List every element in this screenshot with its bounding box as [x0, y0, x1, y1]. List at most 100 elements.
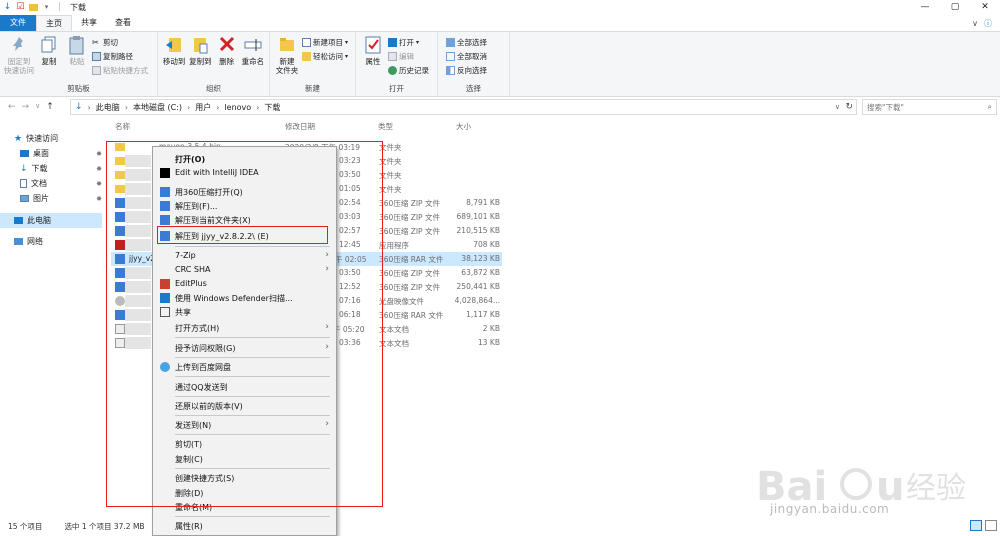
breadcrumb-item[interactable]: 此电脑 — [96, 102, 120, 113]
history-button[interactable]: 历史记录 — [388, 65, 429, 76]
chevron-down-icon[interactable]: ∨ — [35, 102, 40, 112]
forward-arrow-icon[interactable]: → — [22, 102, 30, 112]
copy-to-label: 复制到 — [189, 57, 212, 66]
chevron-down-icon: ▾ — [345, 39, 349, 46]
open-button[interactable]: 打开 ▾ — [388, 37, 429, 48]
breadcrumb-item[interactable]: 下载 — [264, 102, 280, 113]
file-size: 250,441 KB — [456, 282, 500, 291]
details-view-icon[interactable] — [970, 520, 982, 531]
chevron-down-icon[interactable]: ▾ — [42, 3, 51, 12]
nav-desktop[interactable]: 桌面 ✸ — [20, 146, 110, 161]
clipboard-group: 固定到 快速访问 复制 粘贴 ✂ 剪切 复制路径 粘贴快捷方式 剪贴板 — [0, 32, 158, 96]
download-arrow-icon: ↓ — [20, 163, 28, 174]
chevron-down-icon[interactable]: ∨ — [835, 103, 840, 111]
breadcrumb-item[interactable]: 本地磁盘 (C:) — [133, 102, 182, 113]
delete-label: 删除 — [219, 57, 235, 66]
pin-icon[interactable]: ✸ — [96, 150, 102, 158]
nav-pictures[interactable]: 图片 ✸ — [20, 191, 110, 206]
pin-icon[interactable]: ✸ — [96, 165, 102, 173]
copy-label: 复制 — [41, 57, 57, 66]
download-arrow-icon[interactable]: ↓ — [3, 3, 12, 12]
properties-icon — [365, 36, 381, 54]
pin-icon[interactable]: ✸ — [96, 195, 102, 203]
close-button[interactable]: ✕ — [970, 0, 1000, 15]
maximize-button[interactable]: ▢ — [940, 0, 970, 15]
paste-shortcut-button[interactable]: 粘贴快捷方式 — [92, 65, 148, 76]
breadcrumb[interactable]: ↓ › 此电脑 › 本地磁盘 (C:) › 用户 › lenovo › 下载 ∨… — [70, 99, 857, 115]
watermark-text: jingyan.baidu.com — [770, 502, 890, 516]
nav-label: 文档 — [31, 179, 47, 188]
breadcrumb-separator-icon: › — [187, 102, 191, 112]
invert-selection-button[interactable]: 反向选择 — [446, 65, 487, 76]
file-type: 360压缩 RAR 文件 — [379, 311, 444, 320]
new-folder-icon — [280, 38, 294, 51]
select-all-label: 全部选择 — [457, 38, 487, 47]
status-bar: 15 个项目 选中 1 个项目 37.2 MB — [0, 516, 1000, 536]
column-header-date[interactable]: 修改日期 — [285, 121, 315, 135]
back-arrow-icon[interactable]: ← — [8, 102, 16, 112]
nav-network[interactable]: 网络 — [14, 234, 104, 249]
cut-button[interactable]: ✂ 剪切 — [92, 37, 148, 48]
search-input[interactable]: 搜索"下载" ⌕ — [862, 99, 997, 115]
chevron-down-icon[interactable]: ∨ — [972, 19, 978, 28]
breadcrumb-item[interactable]: lenovo — [224, 103, 251, 112]
large-icons-view-icon[interactable] — [985, 520, 997, 531]
file-size: 1,117 KB — [466, 310, 500, 319]
nav-label: 下载 — [31, 164, 48, 173]
file-size: 63,872 KB — [461, 268, 500, 277]
new-group: 新建 文件夹 新建项目 ▾ 轻松访问 ▾ 新建 — [270, 32, 356, 96]
open-icon — [388, 38, 397, 47]
copy-to-icon — [194, 38, 208, 54]
pin-icon[interactable]: ✸ — [96, 180, 102, 188]
paste-label: 粘贴 — [69, 57, 85, 66]
select-none-label: 全部取消 — [457, 52, 487, 61]
edit-icon — [388, 52, 397, 61]
delete-x-icon — [219, 36, 234, 52]
document-icon — [20, 179, 27, 188]
pin-label: 固定到 快速访问 — [4, 57, 34, 75]
nav-quick-access[interactable]: ★ 快速访问 — [14, 131, 104, 146]
nav-this-pc[interactable]: 此电脑 — [0, 213, 102, 228]
help-icon[interactable]: ⓘ — [984, 18, 992, 29]
file-type: 360压缩 ZIP 文件 — [379, 213, 440, 222]
select-group-label: 选择 — [466, 84, 481, 93]
file-size: 2 KB — [482, 324, 500, 333]
chevron-down-icon: ▾ — [345, 53, 349, 60]
new-item-label: 新建项目 — [313, 38, 343, 47]
refresh-icon[interactable]: ↻ — [845, 102, 853, 112]
nav-documents[interactable]: 文档 ✸ — [20, 176, 110, 191]
move-to-icon — [166, 38, 182, 52]
column-header-name[interactable]: 名称 — [115, 121, 130, 135]
copy-path-button[interactable]: 复制路径 — [92, 51, 148, 62]
rename-icon — [244, 39, 262, 51]
tab-file[interactable]: 文件 — [0, 15, 36, 31]
separator-icon: | — [57, 2, 62, 12]
breadcrumb-item[interactable]: 用户 — [195, 102, 211, 113]
minimize-button[interactable]: — — [910, 0, 940, 15]
organize-group: 移动到 复制到 删除 重命名 组织 — [158, 32, 270, 96]
properties-check-icon[interactable]: ☑ — [16, 3, 25, 12]
nav-label: 桌面 — [33, 149, 49, 158]
select-all-button[interactable]: 全部选择 — [446, 37, 487, 48]
column-header-type[interactable]: 类型 — [378, 121, 393, 135]
nav-downloads[interactable]: ↓ 下载 ✸ — [20, 161, 110, 176]
new-group-label: 新建 — [305, 84, 320, 93]
column-header-size[interactable]: 大小 — [456, 121, 471, 135]
up-arrow-icon[interactable]: ↑ — [46, 102, 54, 112]
easy-access-button[interactable]: 轻松访问 ▾ — [302, 51, 348, 62]
copy-icon — [41, 36, 56, 53]
paste-icon — [69, 36, 84, 55]
title-bar: ↓ ☑ ▾ | 下载 — ▢ ✕ — [0, 0, 1000, 15]
file-type: 应用程序 — [379, 241, 409, 250]
new-item-button[interactable]: 新建项目 ▾ — [302, 37, 348, 48]
tab-home[interactable]: 主页 — [36, 15, 72, 31]
edit-button[interactable]: 编辑 — [388, 51, 429, 62]
tab-view[interactable]: 查看 — [106, 15, 140, 31]
select-none-button[interactable]: 全部取消 — [446, 51, 487, 62]
tab-share[interactable]: 共享 — [72, 15, 106, 31]
nav-buttons: ← → ∨ ↑ — [0, 102, 70, 112]
file-size: 8,791 KB — [466, 198, 500, 207]
file-size: 689,101 KB — [456, 212, 500, 221]
new-folder-icon[interactable] — [29, 4, 38, 11]
window-controls: — ▢ ✕ — [910, 0, 1000, 15]
